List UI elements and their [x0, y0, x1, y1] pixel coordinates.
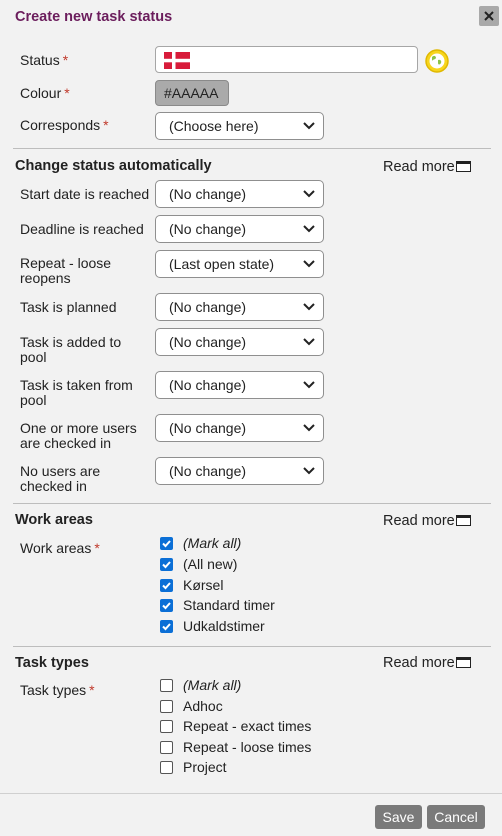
- chevron-down-icon: [303, 467, 315, 475]
- auto-value-users-checked-in: (No change): [169, 420, 247, 436]
- window-icon: [456, 515, 471, 526]
- checkbox-checked[interactable]: [160, 599, 173, 612]
- close-icon: [484, 11, 494, 21]
- auto-value-start-date: (No change): [169, 186, 247, 202]
- auto-select-users-checked-in[interactable]: (No change): [155, 414, 324, 442]
- close-button[interactable]: [479, 6, 499, 26]
- auto-value-planned: (No change): [169, 299, 247, 315]
- auto-label-deadline: Deadline is reached: [20, 221, 144, 237]
- auto-label-users-checked-in: One or more users are checked in: [20, 420, 137, 451]
- divider: [13, 503, 491, 504]
- auto-select-no-users[interactable]: (No change): [155, 457, 324, 485]
- read-more-auto[interactable]: Read more: [383, 159, 471, 175]
- read-more-work-areas[interactable]: Read more: [383, 513, 471, 529]
- checkbox-unchecked[interactable]: [160, 679, 173, 692]
- window-icon: [456, 657, 471, 668]
- checkbox-label: Adhoc: [183, 698, 223, 714]
- auto-label-start-date: Start date is reached: [20, 186, 150, 202]
- auto-value-taken-pool: (No change): [169, 377, 247, 393]
- footer-divider: [0, 793, 502, 794]
- auto-select-taken-pool[interactable]: (No change): [155, 371, 324, 399]
- auto-label-no-users: No users are checked in: [20, 463, 101, 494]
- cancel-button[interactable]: Cancel: [427, 805, 485, 829]
- checkbox-label: (Mark all): [183, 535, 242, 551]
- chevron-down-icon: [303, 381, 315, 389]
- checkbox-label: Kørsel: [183, 577, 224, 593]
- chevron-down-icon: [303, 303, 315, 311]
- auto-value-repeat-loose: (Last open state): [169, 256, 275, 272]
- divider: [13, 148, 491, 149]
- auto-value-no-users: (No change): [169, 463, 247, 479]
- auto-select-planned[interactable]: (No change): [155, 293, 324, 321]
- checkbox-label: (Mark all): [183, 677, 242, 693]
- chevron-down-icon: [303, 424, 315, 432]
- dialog-title: Create new task status: [15, 9, 173, 25]
- corresponds-select[interactable]: (Choose here): [155, 112, 324, 140]
- status-label: Status *: [20, 52, 69, 68]
- divider: [13, 646, 491, 647]
- denmark-flag-icon: [164, 52, 190, 69]
- globe-icon[interactable]: [424, 48, 450, 74]
- checkbox-label: (All new): [183, 556, 238, 572]
- checkbox-checked[interactable]: [160, 620, 173, 633]
- task-types-label: Task types *: [20, 682, 95, 698]
- auto-label-added-pool: Task is added to pool: [20, 334, 122, 365]
- chevron-down-icon: [303, 225, 315, 233]
- window-icon: [456, 161, 471, 172]
- checkbox-label: Udkaldstimer: [183, 618, 265, 634]
- section-title-auto: Change status automatically: [15, 158, 212, 174]
- section-title-task-types: Task types: [15, 655, 89, 671]
- auto-select-deadline[interactable]: (No change): [155, 215, 324, 243]
- chevron-down-icon: [303, 338, 315, 346]
- checkbox-unchecked[interactable]: [160, 720, 173, 733]
- auto-label-planned: Task is planned: [20, 299, 117, 315]
- auto-label-repeat-loose: Repeat - loose reopens: [20, 255, 112, 286]
- corresponds-value: (Choose here): [169, 118, 259, 134]
- checkbox-checked[interactable]: [160, 537, 173, 550]
- auto-select-added-pool[interactable]: (No change): [155, 328, 324, 356]
- checkbox-label: Repeat - loose times: [183, 739, 312, 755]
- chevron-down-icon: [303, 122, 315, 130]
- corresponds-label: Corresponds *: [20, 117, 109, 133]
- checkbox-label: Repeat - exact times: [183, 718, 312, 734]
- checkbox-unchecked[interactable]: [160, 741, 173, 754]
- checkbox-unchecked[interactable]: [160, 761, 173, 774]
- section-title-work-areas: Work areas: [15, 512, 93, 528]
- colour-label: Colour *: [20, 85, 70, 101]
- checkbox-label: Standard timer: [183, 597, 275, 613]
- chevron-down-icon: [303, 190, 315, 198]
- colour-picker[interactable]: #AAAAA: [155, 80, 229, 106]
- checkbox-label: Project: [183, 759, 227, 775]
- work-areas-label: Work areas *: [20, 540, 100, 556]
- auto-value-deadline: (No change): [169, 221, 247, 237]
- auto-label-taken-pool: Task is taken from pool: [20, 377, 133, 408]
- read-more-task-types[interactable]: Read more: [383, 655, 471, 671]
- checkbox-checked[interactable]: [160, 579, 173, 592]
- checkbox-checked[interactable]: [160, 558, 173, 571]
- save-button[interactable]: Save: [375, 805, 422, 829]
- auto-value-added-pool: (No change): [169, 334, 247, 350]
- chevron-down-icon: [303, 260, 315, 268]
- status-input[interactable]: [155, 46, 418, 73]
- auto-select-repeat-loose[interactable]: (Last open state): [155, 250, 324, 278]
- auto-select-start-date[interactable]: (No change): [155, 180, 324, 208]
- checkbox-unchecked[interactable]: [160, 700, 173, 713]
